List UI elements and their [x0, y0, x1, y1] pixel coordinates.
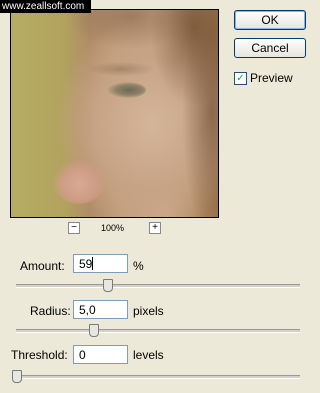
- threshold-slider-thumb[interactable]: [12, 370, 22, 383]
- radius-label: Radius:: [30, 304, 71, 318]
- hair-area: [11, 10, 218, 217]
- radius-slider-thumb[interactable]: [88, 324, 99, 337]
- threshold-slider-track: [16, 375, 300, 379]
- watermark: www.zeallsoft.com: [0, 0, 91, 13]
- amount-unit: %: [133, 259, 144, 273]
- radius-value: 5,0: [79, 303, 96, 317]
- radius-field[interactable]: 5,0: [73, 300, 128, 319]
- zoom-out-button[interactable]: −: [68, 222, 80, 234]
- text-caret: [92, 257, 94, 270]
- zoom-controls: − 100% +: [0, 222, 316, 236]
- threshold-label: Threshold:: [11, 348, 68, 362]
- preview-label: Preview: [250, 71, 293, 85]
- preview-image[interactable]: [10, 9, 219, 218]
- threshold-value: 0: [79, 348, 86, 362]
- amount-slider[interactable]: [16, 279, 300, 292]
- radius-slider[interactable]: [16, 324, 300, 337]
- threshold-slider[interactable]: [12, 370, 300, 383]
- eye-area: [108, 82, 146, 98]
- amount-label: Amount:: [20, 259, 65, 273]
- preview-checkbox[interactable]: ✓: [234, 72, 247, 85]
- cancel-button[interactable]: Cancel: [234, 38, 306, 58]
- threshold-field[interactable]: 0: [73, 345, 128, 364]
- zoom-in-button[interactable]: +: [149, 222, 161, 234]
- amount-field[interactable]: 59: [73, 254, 128, 273]
- radius-unit: pixels: [133, 304, 164, 318]
- amount-value: 59: [79, 257, 93, 271]
- amount-slider-track: [16, 284, 300, 288]
- radius-slider-track: [16, 329, 300, 333]
- zoom-level: 100%: [101, 223, 125, 233]
- eyebrow-area: [89, 62, 153, 76]
- amount-slider-thumb[interactable]: [102, 279, 113, 292]
- threshold-unit: levels: [133, 348, 164, 362]
- nose-area: [53, 160, 105, 204]
- ok-button[interactable]: OK: [234, 10, 306, 30]
